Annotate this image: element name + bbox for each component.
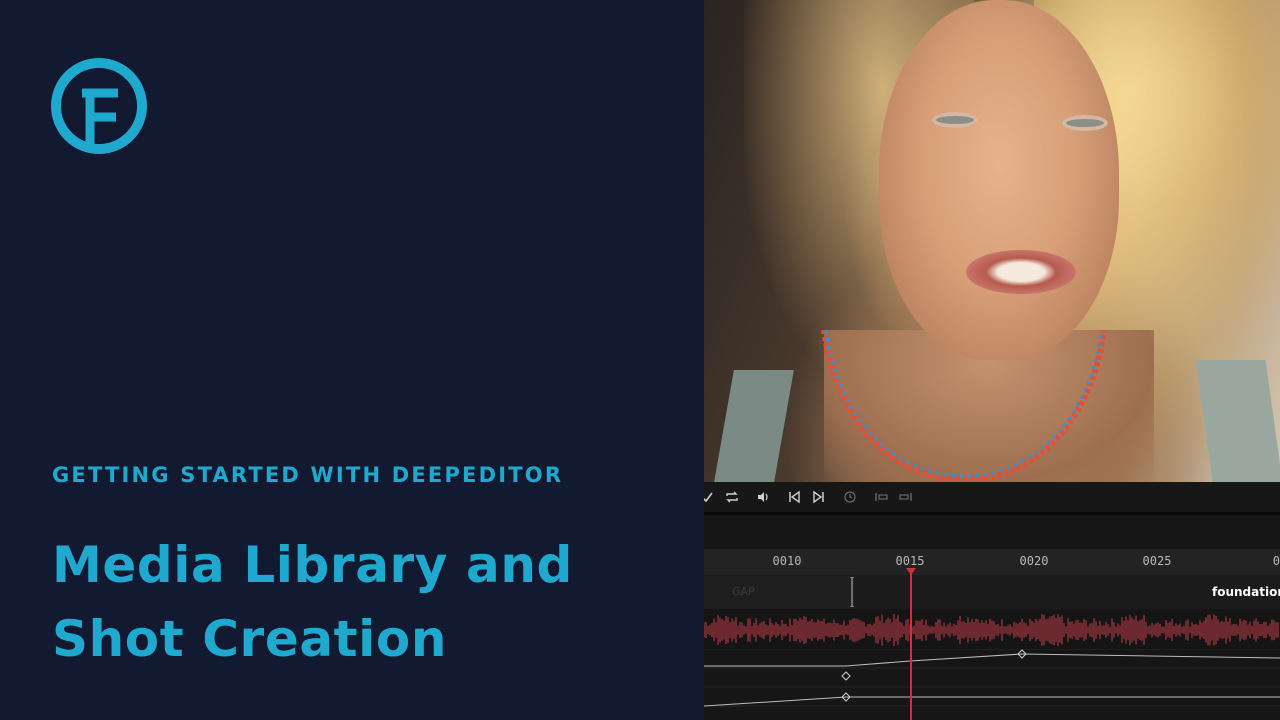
ruler-label: 0025 <box>1142 554 1172 568</box>
gap-clip[interactable]: GAP <box>704 575 854 609</box>
tank-strap-left <box>714 370 794 482</box>
clip-label[interactable]: foundation <box>1212 585 1280 599</box>
loop-icon[interactable] <box>725 490 739 504</box>
skip-back-icon[interactable] <box>787 490 801 504</box>
editor-screenshot: 0010 0015 0020 0025 00 GAP foundation <box>704 0 1280 720</box>
playhead[interactable] <box>910 570 912 720</box>
clock-icon[interactable] <box>843 490 857 504</box>
ruler-label: 0020 <box>1019 554 1049 568</box>
foundation-f-logo-icon <box>50 57 148 155</box>
playback-toolbar <box>704 482 1280 515</box>
ruler-label: 0010 <box>772 554 802 568</box>
ruler-label: 00 <box>1272 554 1280 568</box>
page-title: Media Library and Shot Creation <box>52 528 573 676</box>
audio-track[interactable] <box>704 611 1280 649</box>
title-panel: GETTING STARTED WITH DEEPEDITOR Media Li… <box>0 0 704 720</box>
trim-end-icon[interactable] <box>899 490 913 504</box>
eye-right <box>1062 115 1108 131</box>
video-frame: GETTING STARTED WITH DEEPEDITOR Media Li… <box>0 0 1280 720</box>
trim-cursor-icon <box>850 576 854 608</box>
ruler-label: 0015 <box>895 554 925 568</box>
video-track: GAP foundation <box>704 575 1280 609</box>
playhead-handle[interactable] <box>906 568 916 575</box>
volume-icon[interactable] <box>756 490 770 504</box>
bead-necklace <box>821 330 1107 484</box>
timeline-panel: 0010 0015 0020 0025 00 GAP foundation <box>704 515 1280 720</box>
check-icon[interactable] <box>704 490 714 504</box>
audio-waveform <box>704 614 1279 646</box>
timecode-ruler[interactable]: 0010 0015 0020 0025 00 <box>704 549 1280 575</box>
mouth <box>966 250 1076 294</box>
title-line-1: Media Library and <box>52 536 573 594</box>
trim-start-icon[interactable] <box>874 490 888 504</box>
title-line-2: Shot Creation <box>52 610 448 668</box>
face <box>879 0 1119 360</box>
video-preview <box>704 0 1280 500</box>
skip-forward-icon[interactable] <box>812 490 826 504</box>
gap-label: GAP <box>732 585 755 598</box>
series-kicker: GETTING STARTED WITH DEEPEDITOR <box>52 463 564 487</box>
eye-left <box>932 112 978 128</box>
keyframe-lanes <box>704 649 1280 707</box>
